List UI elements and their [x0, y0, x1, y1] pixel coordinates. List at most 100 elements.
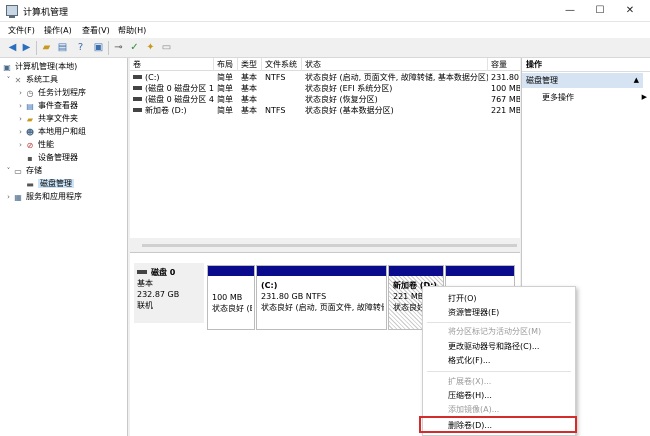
menu-action[interactable]: 操作(A): [44, 25, 72, 36]
menu-help[interactable]: 帮助(H): [118, 25, 146, 36]
expander-icon[interactable]: ˅: [4, 74, 13, 87]
volume-cell: (磁盘 0 磁盘分区 1): [130, 83, 214, 94]
collapse-arrow-icon[interactable]: ▲: [634, 73, 639, 88]
horizontal-scrollbar[interactable]: [142, 244, 517, 247]
layout-cell: 简单: [217, 73, 233, 82]
disk-info[interactable]: 磁盘 0 基本 232.87 GB 联机: [134, 263, 204, 323]
users-icon: ☻: [25, 128, 35, 137]
menu-file[interactable]: 文件(F): [8, 25, 35, 36]
layout-cell: 简单: [217, 84, 233, 93]
close-button[interactable]: ✕: [614, 0, 646, 22]
navigation-tree: ▣ 计算机管理(本地) ˅ ✕ 系统工具 › ◷ 任务计划程序 › ▤ 事件查看器 › ▰ 共享文…: [0, 58, 128, 436]
event-viewer-icon: ▤: [26, 102, 34, 111]
status-cell: 状态良好 (恢复分区): [305, 95, 378, 104]
check-icon[interactable]: ✓: [128, 41, 141, 54]
tree-item-services-applications[interactable]: › ▦ 服务和应用程序: [4, 190, 82, 203]
volume-cell: (C:): [130, 72, 214, 83]
table-row[interactable]: 新加卷 (D:) 简单 基本 NTFS 状态良好 (基本数据分区) 221 MB: [130, 105, 520, 116]
storage-icon: ▭: [14, 167, 22, 176]
status-cell: 状态良好 (基本数据分区): [305, 106, 394, 115]
properties-icon[interactable]: ▣: [92, 41, 105, 54]
context-menu: 打开(O) 资源管理器(E) 将分区标记为活动分区(M) 更改驱动器号和路径(C…: [422, 286, 576, 436]
table-row[interactable]: (磁盘 0 磁盘分区 4) 简单 基本 状态良好 (恢复分区) 767 MB: [130, 94, 520, 105]
tree-item-local-users-groups[interactable]: › ☻ 本地用户和组: [16, 125, 86, 138]
partition-text: 100 MB 状态良好 (E: [212, 292, 252, 314]
window-title: 计算机管理: [23, 8, 69, 18]
volume-name: 新加卷 (D:): [145, 106, 187, 115]
show-pane-icon[interactable]: ▤: [56, 41, 69, 54]
partition-c[interactable]: (C:) 231.80 GB NTFS 状态良好 (启动, 页面文件, 故障转储: [256, 265, 387, 330]
expander-icon[interactable]: ›: [4, 191, 13, 204]
column-header-filesystem[interactable]: 文件系统: [262, 58, 302, 71]
tree-item-performance[interactable]: › ⊘ 性能: [16, 138, 54, 151]
menu-item-change-drive-letter[interactable]: 更改驱动器号和路径(C)...: [448, 340, 539, 353]
help-icon[interactable]: ?: [74, 41, 87, 54]
new-item-icon[interactable]: ✦: [144, 41, 157, 54]
disk-icon: [137, 270, 147, 274]
partition-status: 状态良好 (启动, 页面文件, 故障转储: [261, 303, 384, 312]
partition-bar: [208, 266, 254, 276]
computer-management-icon: [6, 5, 18, 18]
device-manager-icon: ▪: [27, 154, 33, 163]
menu-item-open[interactable]: 打开(O): [448, 292, 477, 305]
forward-icon[interactable]: ▶: [20, 41, 33, 54]
computer-management-window: 计算机管理 — ☐ ✕ 文件(F) 操作(A) 查看(V) 帮助(H) ◀ ▶ …: [0, 0, 650, 436]
menu-view[interactable]: 查看(V): [82, 25, 110, 36]
table-row[interactable]: (磁盘 0 磁盘分区 1) 简单 基本 状态良好 (EFI 系统分区) 100 …: [130, 83, 520, 94]
table-row[interactable]: (C:) 简单 基本 NTFS 状态良好 (启动, 页面文件, 故障转储, 基本…: [130, 72, 520, 83]
services-icon: ▦: [14, 193, 22, 202]
partition-size: 100 MB: [212, 293, 243, 302]
menu-item-shrink-volume[interactable]: 压缩卷(H)...: [448, 389, 492, 402]
tree-item-task-scheduler[interactable]: › ◷ 任务计划程序: [16, 86, 86, 99]
back-icon[interactable]: ◀: [6, 41, 19, 54]
column-header-type[interactable]: 类型: [238, 58, 262, 71]
partition-title: (C:): [261, 281, 278, 290]
up-folder-icon[interactable]: ▰: [40, 41, 53, 54]
type-cell: 基本: [241, 73, 257, 82]
volume-icon: [133, 86, 142, 90]
tree-item-computer-management[interactable]: ▣ 计算机管理(本地): [2, 60, 77, 73]
actions-header: 操作: [522, 58, 650, 72]
title-bar: 计算机管理 — ☐ ✕: [0, 0, 650, 22]
toolbar-separator: [36, 41, 37, 55]
tree-item-system-tools[interactable]: ˅ ✕ 系统工具: [4, 73, 58, 86]
maximize-button[interactable]: ☐: [584, 0, 616, 22]
performance-icon: ⊘: [26, 141, 34, 150]
connect-icon[interactable]: ⊸: [112, 41, 125, 54]
column-header-volume[interactable]: 卷: [130, 58, 214, 71]
partition-efi[interactable]: 100 MB 状态良好 (E: [207, 265, 255, 330]
column-header-layout[interactable]: 布局: [214, 58, 238, 71]
tools-icon: ✕: [14, 76, 22, 85]
export-icon[interactable]: ▭: [160, 41, 173, 54]
more-actions-item[interactable]: 更多操作 ▶: [542, 91, 647, 104]
menu-separator: [427, 371, 571, 372]
partition-text: (C:) 231.80 GB NTFS 状态良好 (启动, 页面文件, 故障转储: [261, 280, 384, 313]
disk-management-icon: ▬: [26, 180, 34, 189]
menu-separator: [427, 322, 571, 323]
partition-size: 231.80 GB NTFS: [261, 292, 327, 301]
computer-icon: ▣: [3, 63, 11, 72]
expander-icon[interactable]: ˅: [4, 165, 13, 178]
partition-status: 状态良好 (E: [212, 304, 252, 313]
filesystem-cell: NTFS: [265, 73, 286, 82]
tree-item-storage[interactable]: ˅ ▭ 存储: [4, 164, 42, 177]
column-header-status[interactable]: 状态: [302, 58, 488, 71]
delete-volume-highlight: [419, 416, 577, 433]
minimize-button[interactable]: —: [554, 0, 586, 22]
tree-item-shared-folders[interactable]: › ▰ 共享文件夹: [16, 112, 78, 125]
menu-item-explorer[interactable]: 资源管理器(E): [448, 306, 499, 319]
actions-section-disk-management[interactable]: 磁盘管理 ▲: [522, 73, 643, 88]
status-cell: 状态良好 (启动, 页面文件, 故障转储, 基本数据分区): [305, 73, 488, 82]
column-header-capacity[interactable]: 容量: [488, 58, 520, 71]
volume-icon: [133, 108, 142, 112]
capacity-cell: 767 MB: [491, 95, 520, 104]
status-cell: 状态良好 (EFI 系统分区): [305, 84, 393, 93]
disk-type: 基本: [137, 279, 153, 288]
partition-bar: [446, 266, 514, 276]
clock-icon: ◷: [26, 89, 34, 98]
menu-item-format[interactable]: 格式化(F)...: [448, 354, 490, 367]
volume-icon: [133, 97, 142, 101]
tree-item-disk-management[interactable]: ▬ 磁盘管理: [16, 177, 74, 190]
tree-item-event-viewer[interactable]: › ▤ 事件查看器: [16, 99, 78, 112]
tree-item-device-manager[interactable]: ▪ 设备管理器: [16, 151, 78, 164]
